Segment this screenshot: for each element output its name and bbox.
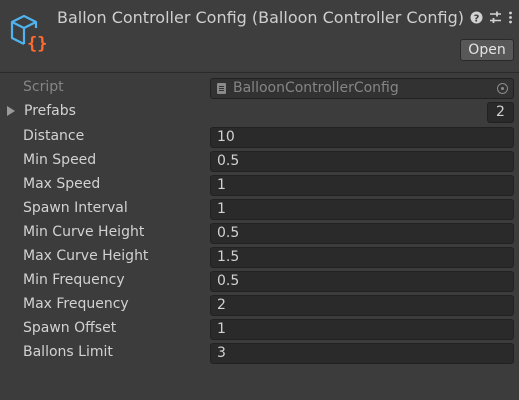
script-object-field: BalloonControllerConfig [210, 78, 514, 99]
inspector-header: {} Ballon Controller Config (Balloon Con… [0, 0, 519, 70]
min-curve-height-input[interactable]: 0.5 [210, 223, 514, 244]
field-row-spawn-interval: Spawn Interval 1 [0, 198, 519, 220]
help-icon[interactable]: ? [470, 11, 483, 28]
field-label: Ballons Limit [23, 344, 113, 360]
object-picker-icon [497, 83, 508, 94]
ballons-limit-input[interactable]: 3 [210, 343, 514, 364]
field-row-ballons-limit: Ballons Limit 3 [0, 342, 519, 364]
field-row-min-speed: Min Speed 0.5 [0, 150, 519, 172]
script-object-value: BalloonControllerConfig [233, 80, 399, 96]
kebab-menu-icon[interactable] [508, 11, 513, 28]
script-row: Script BalloonControllerConfig [0, 77, 519, 99]
spawn-offset-input[interactable]: 1 [210, 319, 514, 340]
field-row-max-frequency: Max Frequency 2 [0, 294, 519, 316]
svg-text:{}: {} [27, 34, 47, 52]
max-frequency-input[interactable]: 2 [210, 295, 514, 316]
preset-icon[interactable] [489, 11, 502, 28]
field-row-max-speed: Max Speed 1 [0, 174, 519, 196]
field-row-min-frequency: Min Frequency 0.5 [0, 270, 519, 292]
field-label: Min Frequency [23, 272, 125, 288]
script-file-icon [217, 83, 226, 94]
spawn-interval-input[interactable]: 1 [210, 199, 514, 220]
field-row-min-curve-height: Min Curve Height 0.5 [0, 222, 519, 244]
prefabs-foldout[interactable]: Prefabs 2 [0, 101, 519, 123]
field-row-max-curve-height: Max Curve Height 1.5 [0, 246, 519, 268]
prefabs-size-field[interactable]: 2 [487, 102, 514, 123]
max-speed-input[interactable]: 1 [210, 175, 514, 196]
field-label: Distance [23, 128, 85, 144]
field-label: Max Frequency [23, 296, 129, 312]
script-label: Script [23, 79, 64, 95]
header-divider [0, 72, 519, 73]
header-icons: ? [470, 11, 513, 28]
open-button[interactable]: Open [460, 39, 514, 61]
svg-text:?: ? [474, 13, 480, 24]
inspector-title: Ballon Controller Config (Balloon Contro… [57, 8, 464, 27]
field-label: Spawn Interval [23, 200, 128, 216]
prefabs-label[interactable]: Prefabs [24, 103, 76, 119]
field-label: Spawn Offset [23, 320, 117, 336]
foldout-arrow-icon[interactable] [7, 106, 15, 116]
field-label: Max Speed [23, 176, 101, 192]
field-label: Max Curve Height [23, 248, 149, 264]
field-row-distance: Distance 10 [0, 126, 519, 148]
max-curve-height-input[interactable]: 1.5 [210, 247, 514, 268]
field-label: Min Curve Height [23, 224, 145, 240]
min-frequency-input[interactable]: 0.5 [210, 271, 514, 292]
distance-input[interactable]: 10 [210, 127, 514, 148]
min-speed-input[interactable]: 0.5 [210, 151, 514, 172]
script-icon: {} [10, 14, 47, 52]
field-row-spawn-offset: Spawn Offset 1 [0, 318, 519, 340]
field-label: Min Speed [23, 152, 97, 168]
